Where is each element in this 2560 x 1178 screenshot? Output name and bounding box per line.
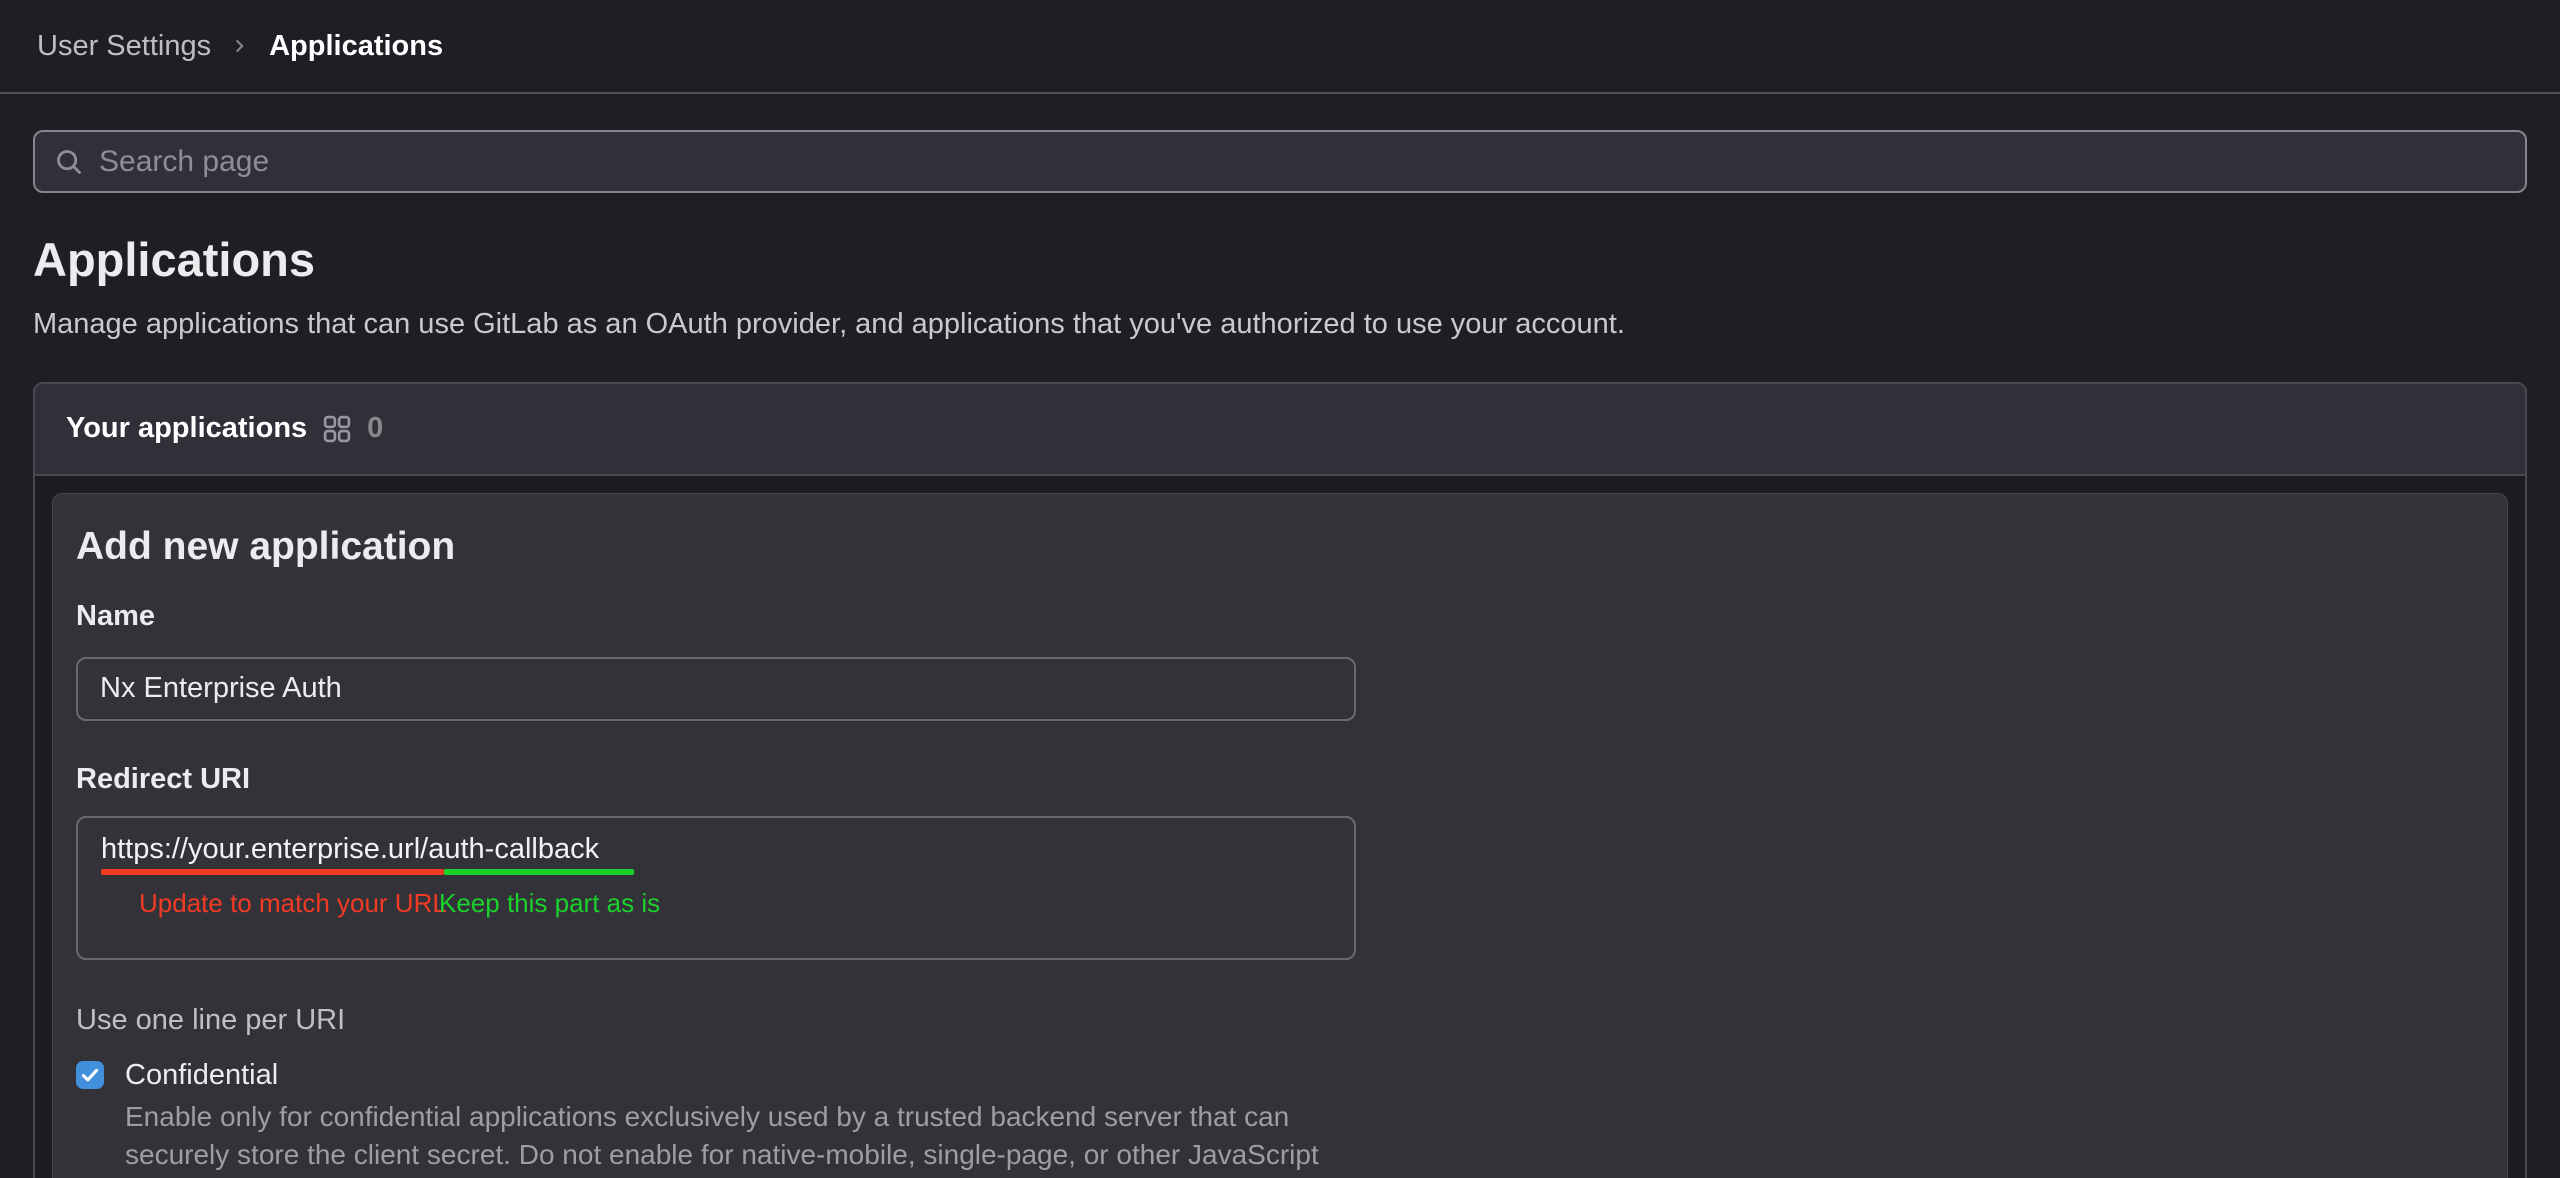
main-content: Applications Manage applications that ca… bbox=[0, 94, 2560, 1178]
red-annotation-underline bbox=[101, 869, 444, 875]
confidential-checkbox[interactable] bbox=[76, 1061, 104, 1089]
your-applications-panel: Your applications 0 Add new application … bbox=[33, 382, 2527, 1178]
top-bar: User Settings Applications bbox=[0, 0, 2560, 94]
search-input[interactable] bbox=[99, 145, 2506, 179]
confidential-help-text: Enable only for confidential application… bbox=[125, 1098, 1365, 1178]
your-applications-body: Add new application Name Redirect URI ht… bbox=[35, 476, 2525, 1178]
breadcrumb-applications[interactable]: Applications bbox=[269, 30, 443, 63]
confidential-label[interactable]: Confidential bbox=[125, 1059, 278, 1092]
breadcrumb: User Settings Applications bbox=[37, 30, 443, 63]
redirect-uri-label: Redirect URI bbox=[76, 763, 2484, 796]
name-label: Name bbox=[76, 600, 2484, 633]
add-application-card: Add new application Name Redirect URI ht… bbox=[52, 493, 2508, 1178]
application-name-input[interactable] bbox=[76, 657, 1356, 721]
confidential-row: Confidential bbox=[76, 1059, 2484, 1092]
page-title: Applications bbox=[33, 233, 2527, 287]
redirect-uri-value: https://your.enterprise.url/auth-callbac… bbox=[101, 833, 599, 866]
your-applications-title: Your applications bbox=[66, 412, 307, 445]
red-annotation-label: Update to match your URL bbox=[139, 888, 447, 919]
breadcrumb-user-settings[interactable]: User Settings bbox=[37, 30, 211, 63]
green-annotation-underline bbox=[444, 869, 634, 875]
add-application-title: Add new application bbox=[76, 524, 2484, 570]
chevron-right-icon bbox=[231, 37, 249, 55]
your-applications-header: Your applications 0 bbox=[35, 384, 2525, 476]
green-annotation-label: Keep this part as is bbox=[439, 888, 660, 919]
search-icon bbox=[54, 147, 84, 177]
uri-help-text: Use one line per URI bbox=[76, 1004, 2484, 1037]
page-search-box[interactable] bbox=[33, 130, 2527, 193]
applications-count-badge: 0 bbox=[367, 412, 383, 445]
redirect-uri-textarea[interactable]: https://your.enterprise.url/auth-callbac… bbox=[76, 816, 1356, 960]
page-description: Manage applications that can use GitLab … bbox=[33, 307, 2527, 342]
applications-grid-icon bbox=[323, 415, 351, 443]
